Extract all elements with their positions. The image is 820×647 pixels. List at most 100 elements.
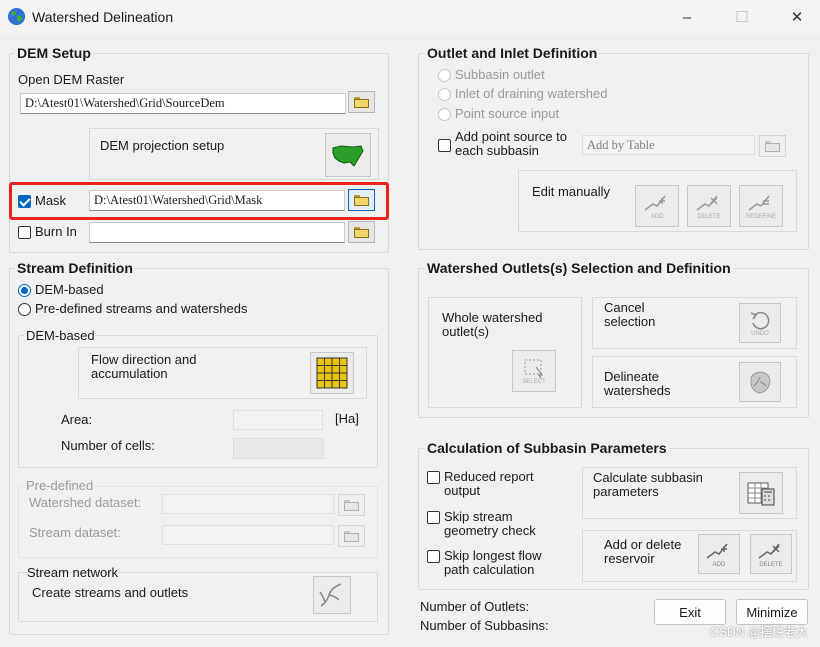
predefined-radio[interactable] — [18, 303, 31, 316]
predefined-option-label: Pre-defined streams and watersheds — [35, 301, 248, 316]
delete-reservoir-caption: DELETE — [759, 562, 783, 568]
dem-based-option-label: DEM-based — [35, 282, 104, 297]
browse-stream-dataset-button[interactable] — [338, 525, 365, 547]
open-dem-label: Open DEM Raster — [18, 72, 125, 87]
dem-based-radio[interactable] — [18, 284, 31, 297]
point-source-label: Point source input — [455, 106, 560, 121]
edit-manually-label: Edit manually — [532, 184, 611, 199]
close-icon: ✕ — [790, 9, 804, 26]
minimize-button[interactable]: Minimize — [736, 599, 808, 625]
subbasin-outlet-radio[interactable] — [438, 69, 451, 82]
watershed-dataset-label: Watershed dataset: — [29, 495, 142, 510]
folder-icon — [354, 96, 369, 108]
folder-icon — [354, 226, 369, 238]
delineate-label: Delineate watersheds — [604, 369, 671, 398]
calculate-subbasin-button[interactable] — [739, 472, 783, 514]
browse-burn-in-button[interactable] — [348, 221, 375, 243]
add-point-source-label: Add point source to each subbasin — [455, 129, 568, 158]
delete-reservoir-icon — [758, 543, 780, 559]
add-outlet-button[interactable]: ADD — [635, 185, 679, 227]
create-streams-label: Create streams and outlets — [32, 585, 189, 600]
cancel-selection-label: Cancel selection — [604, 300, 656, 329]
folder-icon — [344, 499, 359, 511]
globe-icon — [7, 7, 26, 26]
stream-dataset-label: Stream dataset: — [29, 525, 121, 540]
watershed-outlets-title: Watershed Outlets(s) Selection and Defin… — [425, 260, 733, 276]
delete-reservoir-button[interactable]: DELETE — [750, 534, 792, 574]
grid-icon — [316, 357, 348, 389]
add-reservoir-icon — [706, 543, 728, 559]
skip-longest-label: Skip longest flow path calculation — [444, 548, 542, 577]
area-unit: [Ha] — [335, 411, 359, 426]
maximize-window-button[interactable]: ☐ — [727, 6, 757, 28]
watershed-dataset-field[interactable] — [162, 494, 334, 514]
select-outlet-button[interactable]: SELECT — [512, 350, 556, 392]
dem-setup-title: DEM Setup — [15, 45, 93, 61]
flow-accumulation-button[interactable] — [310, 352, 354, 394]
inlet-radio[interactable] — [438, 88, 451, 101]
flow-label: Flow direction and accumulation — [91, 352, 197, 381]
reduced-report-checkbox[interactable] — [427, 471, 440, 484]
redefine-outlet-button[interactable]: REDEFINE — [739, 185, 783, 227]
stream-network-icon — [319, 583, 342, 607]
dem-based-subtitle: DEM-based — [24, 328, 97, 343]
table-calc-icon — [747, 482, 775, 506]
outlets-count-label: Number of Outlets: — [420, 599, 530, 614]
select-caption: SELECT — [522, 379, 546, 385]
folder-icon — [765, 140, 780, 152]
redefine-caption: REDEFINE — [745, 214, 777, 220]
add-by-table-field[interactable]: Add by Table — [582, 135, 755, 155]
create-streams-button[interactable] — [313, 576, 351, 614]
mask-highlight-box — [9, 182, 389, 220]
predefined-subtitle: Pre-defined — [24, 478, 96, 493]
window-title: Watershed Delineation — [32, 9, 174, 25]
delete-outlet-button[interactable]: DELETE — [687, 185, 731, 227]
delete-point-icon — [696, 195, 718, 211]
add-by-table-button[interactable] — [759, 135, 786, 157]
projection-button[interactable] — [325, 133, 371, 177]
point-source-radio[interactable] — [438, 108, 451, 121]
watershed-icon — [750, 371, 771, 394]
add-caption: ADD — [650, 214, 664, 220]
dem-path-field[interactable]: D:\Atest01\Watershed\Grid\SourceDem — [20, 93, 346, 114]
undo-selection-button[interactable]: UNDO — [739, 303, 781, 343]
burn-in-label: Burn In — [35, 224, 77, 239]
subbasins-count-label: Number of Subbasins: — [420, 618, 549, 633]
whole-watershed-label: Whole watershed outlet(s) — [442, 310, 543, 339]
undo-caption: UNDO — [751, 331, 769, 337]
skip-longest-checkbox[interactable] — [427, 550, 440, 563]
delete-caption: DELETE — [697, 214, 721, 220]
minimize-window-button[interactable]: – — [672, 6, 702, 28]
burn-in-path-field[interactable] — [89, 222, 345, 243]
add-point-source-checkbox[interactable] — [438, 139, 451, 152]
calculate-label: Calculate subbasin parameters — [593, 470, 703, 499]
burn-in-checkbox[interactable] — [18, 226, 31, 239]
select-icon — [524, 359, 543, 379]
exit-button[interactable]: Exit — [654, 599, 726, 625]
area-label: Area: — [61, 412, 93, 427]
browse-watershed-dataset-button[interactable] — [338, 494, 365, 516]
watermark: CSDN @摆烂老大 — [710, 625, 808, 639]
stream-network-title: Stream network — [27, 565, 119, 580]
us-map-icon — [332, 145, 364, 167]
stream-dataset-field[interactable] — [162, 525, 334, 545]
outlet-inlet-title: Outlet and Inlet Definition — [425, 45, 600, 61]
add-reservoir-button[interactable]: ADD — [698, 534, 740, 574]
projection-label: DEM projection setup — [100, 138, 225, 153]
reduced-report-label: Reduced report output — [444, 469, 534, 498]
maximize-icon: ☐ — [735, 9, 749, 26]
skip-stream-checkbox[interactable] — [427, 511, 440, 524]
redefine-point-icon — [748, 195, 770, 211]
minimize-icon: – — [682, 8, 692, 26]
cells-label: Number of cells: — [61, 438, 155, 453]
cells-field[interactable] — [233, 438, 324, 459]
close-window-button[interactable]: ✕ — [782, 6, 812, 28]
subbasin-outlet-label: Subbasin outlet — [455, 67, 545, 82]
inlet-label: Inlet of draining watershed — [455, 86, 608, 101]
delineate-watersheds-button[interactable] — [739, 362, 781, 402]
stream-definition-title: Stream Definition — [15, 260, 135, 276]
browse-dem-button[interactable] — [348, 91, 375, 113]
folder-icon — [344, 530, 359, 542]
area-field[interactable] — [233, 410, 323, 430]
add-reservoir-caption: ADD — [712, 562, 726, 568]
